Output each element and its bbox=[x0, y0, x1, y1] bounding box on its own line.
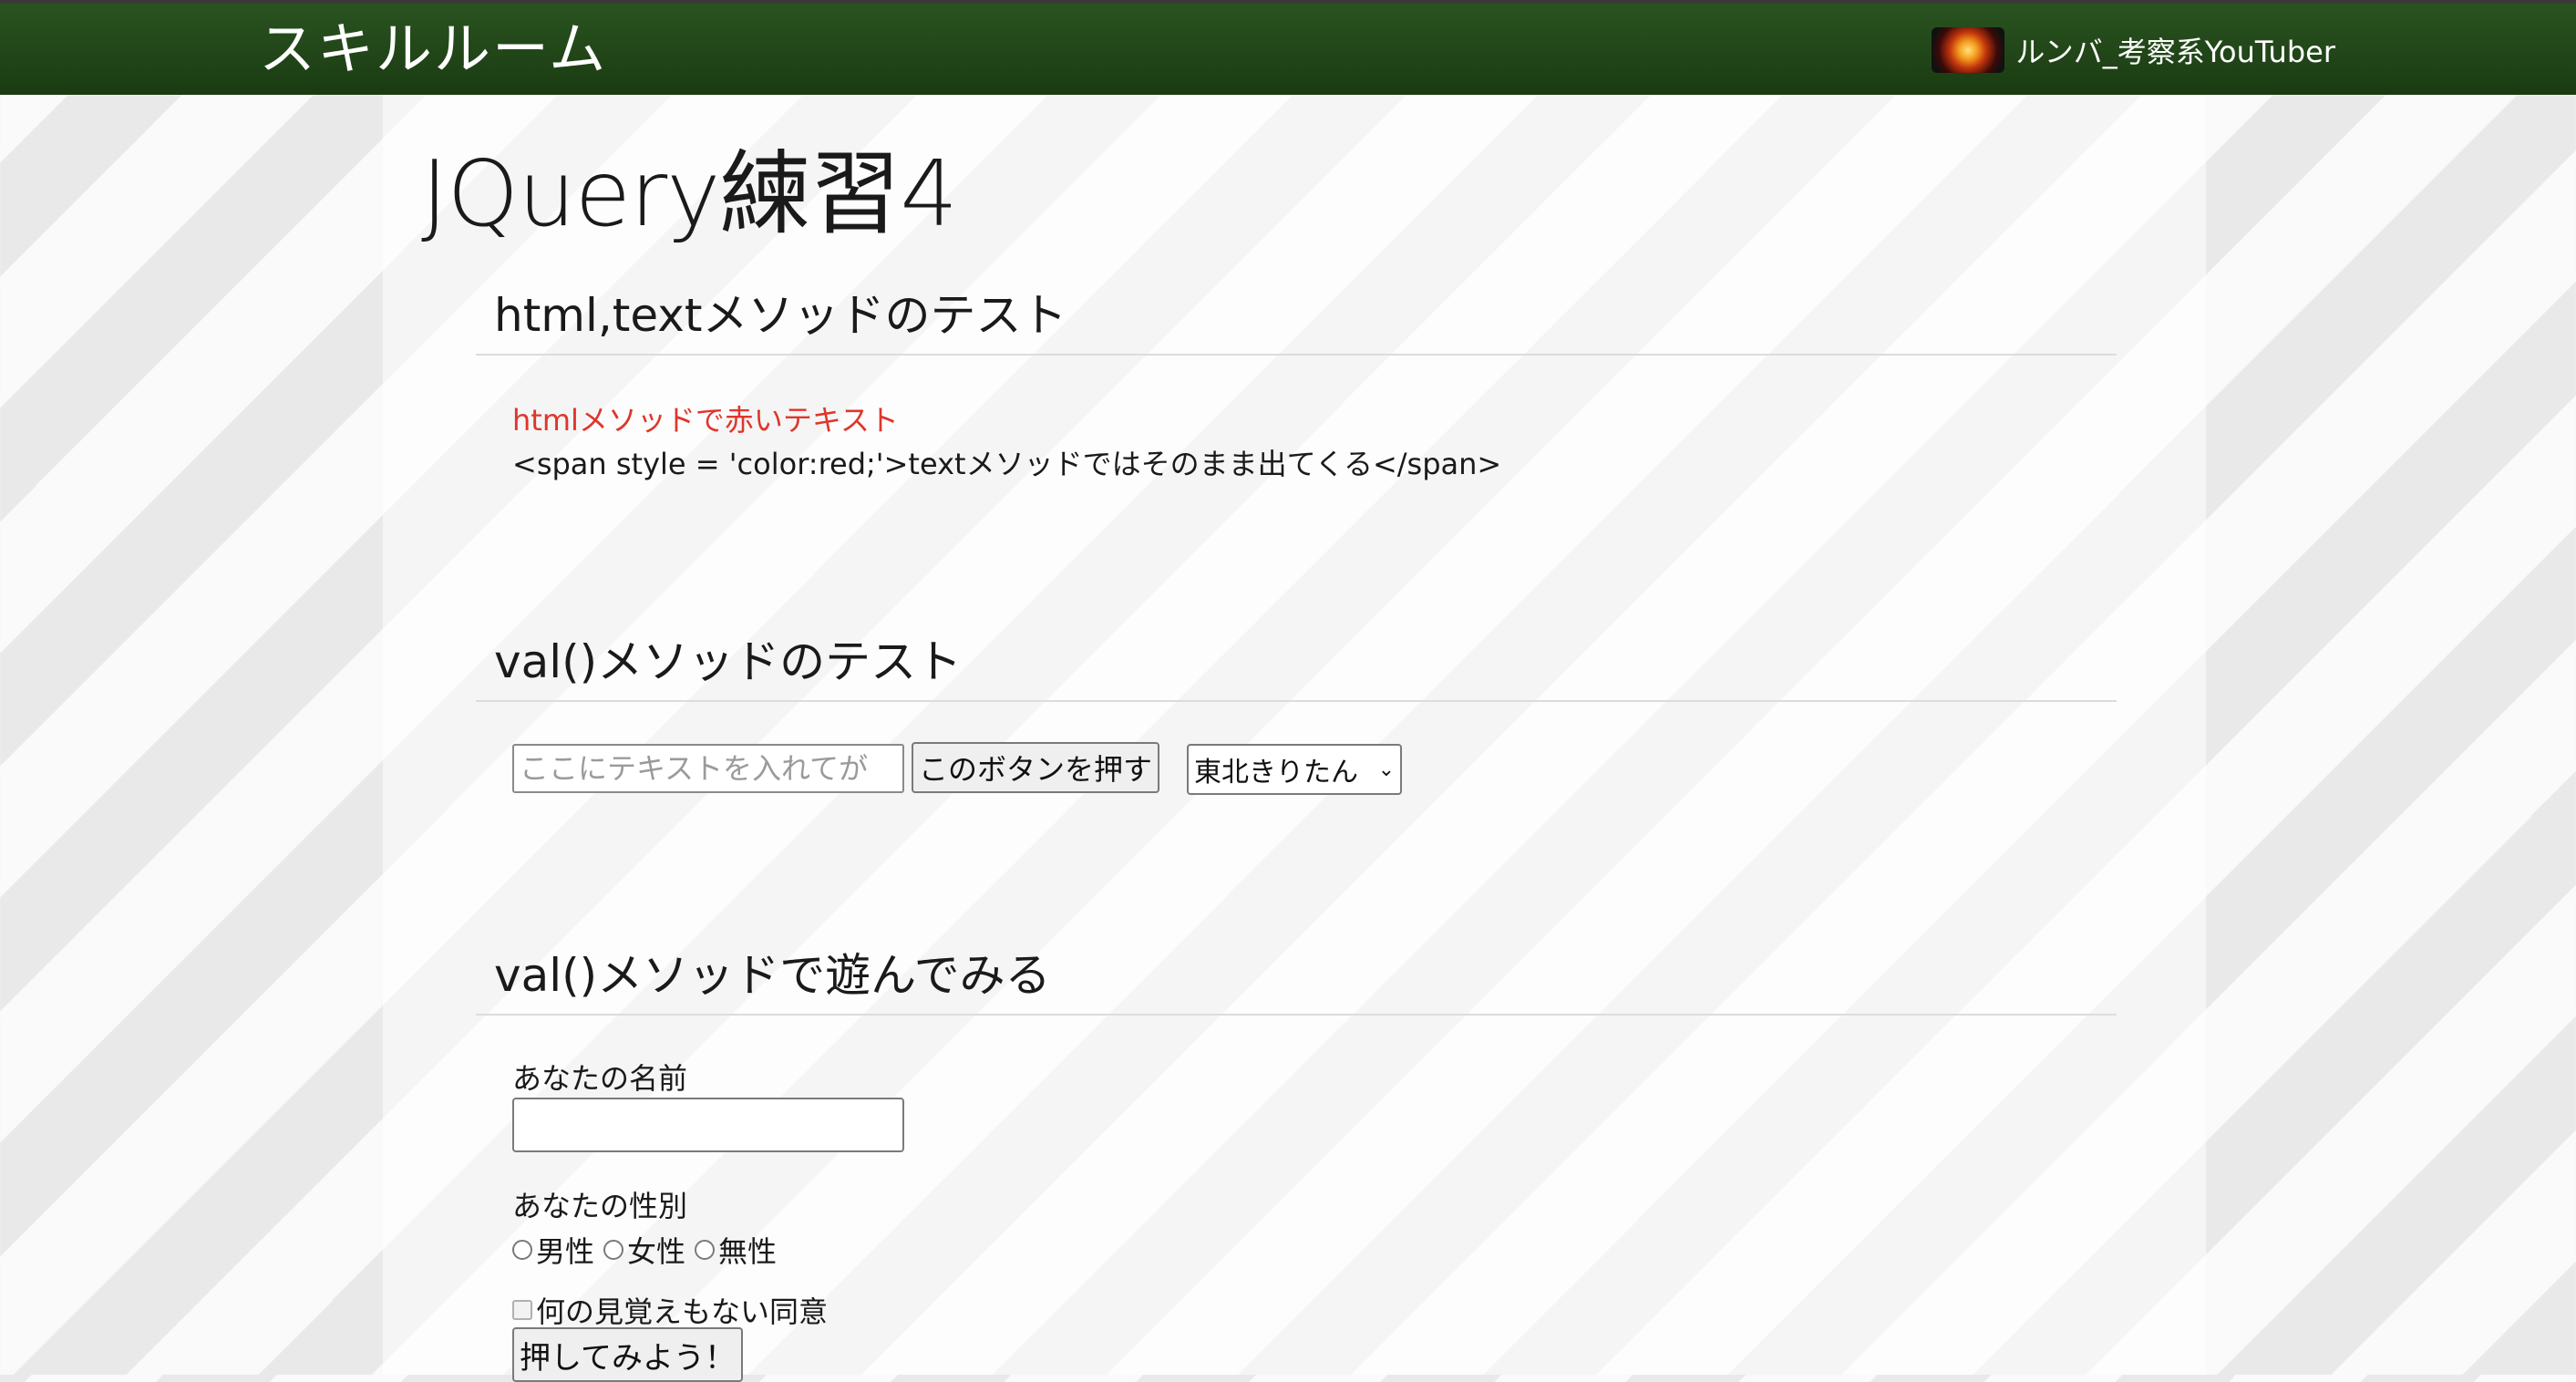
html-method-output: htmlメソッドで赤いテキスト bbox=[512, 403, 899, 438]
page-title: JQuery練習4 bbox=[421, 140, 958, 247]
radio-female[interactable]: 女性 bbox=[603, 1229, 685, 1271]
user-menu[interactable]: ルンバ_考察系YouTuber bbox=[1932, 27, 2335, 73]
radio-button[interactable] bbox=[695, 1240, 716, 1260]
section-divider bbox=[476, 700, 2117, 702]
text-input[interactable] bbox=[512, 744, 904, 793]
select-value: 東北きりたん bbox=[1194, 757, 1358, 789]
top-bar: スキルルーム ルンバ_考察系YouTuber bbox=[0, 0, 2576, 95]
radio-button[interactable] bbox=[603, 1240, 624, 1260]
radio-button[interactable] bbox=[512, 1240, 532, 1260]
character-select[interactable]: 東北きりたん ⌄ bbox=[1187, 744, 1402, 795]
section-heading-html-text: html,textメソッドのテスト bbox=[494, 289, 1067, 342]
site-title[interactable]: スキルルーム bbox=[259, 13, 607, 86]
agree-label: 何の見覚えもない同意 bbox=[536, 1294, 829, 1329]
gender-label: あなたの性別 bbox=[512, 1189, 688, 1223]
name-input[interactable] bbox=[512, 1098, 904, 1152]
submit-button[interactable]: 押してみよう！ bbox=[512, 1327, 743, 1382]
section-divider bbox=[476, 354, 2117, 356]
radio-male[interactable]: 男性 bbox=[512, 1229, 594, 1271]
press-button[interactable]: このボタンを押す bbox=[912, 742, 1160, 793]
radio-none[interactable]: 無性 bbox=[695, 1229, 777, 1271]
agree-checkbox[interactable] bbox=[512, 1300, 532, 1320]
section-divider bbox=[476, 1014, 2117, 1016]
agree-checkbox-row[interactable]: 何の見覚えもない同意 bbox=[512, 1289, 828, 1331]
radio-label: 無性 bbox=[718, 1234, 778, 1269]
name-label: あなたの名前 bbox=[512, 1061, 688, 1096]
radio-label: 女性 bbox=[627, 1234, 686, 1269]
avatar[interactable] bbox=[1932, 27, 2005, 73]
user-name[interactable]: ルンバ_考察系YouTuber bbox=[2015, 29, 2335, 71]
text-method-output: <span style = 'color:red;'>textメソッドではそのま… bbox=[512, 447, 1502, 481]
gender-radio-group: 男性 女性 無性 bbox=[512, 1229, 786, 1271]
chevron-down-icon: ⌄ bbox=[1377, 758, 1395, 781]
section-heading-val-play: val()メソッドで遊んでみる bbox=[494, 949, 1051, 1002]
section-heading-val-test: val()メソッドのテスト bbox=[494, 635, 963, 688]
radio-label: 男性 bbox=[536, 1234, 595, 1269]
